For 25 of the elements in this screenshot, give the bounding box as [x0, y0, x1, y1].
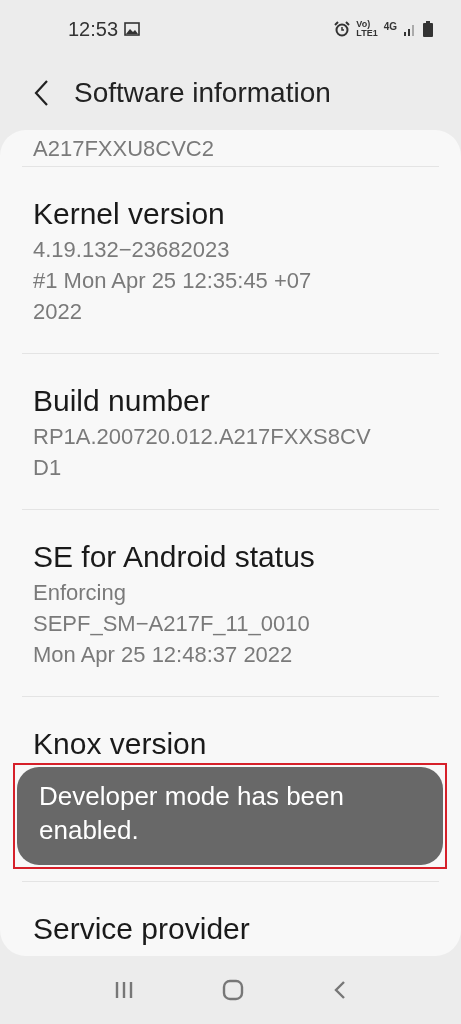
value-text: A217FXXU8CVC2: [33, 134, 214, 163]
value-text: Enforcing: [33, 579, 127, 607]
value-text: D1: [33, 454, 63, 482]
lte-label: LTE1: [356, 29, 378, 38]
home-button[interactable]: [221, 978, 246, 1002]
section-title[interactable]: Kernel version: [33, 194, 439, 234]
alarm-icon: [334, 21, 351, 37]
battery-icon: [423, 21, 433, 37]
value-text: RP1A.200720.012.A217FXXS8CV: [33, 423, 372, 451]
value-text: Mon Apr 25 12:48:37 2022: [33, 641, 294, 669]
section-title[interactable]: SE for Android status: [33, 537, 439, 577]
status-time: 12:53: [68, 17, 119, 41]
value-text: #1 Mon Apr 25 12:35:45 +07: [33, 267, 313, 295]
value-text: 4.19.132−23682023: [33, 236, 231, 264]
value-text: SEPF_SM−A217F_11_0010: [33, 610, 311, 638]
section-title[interactable]: Knox version: [33, 724, 439, 764]
section-title[interactable]: Service provider: [33, 909, 439, 949]
volte-label: Vo): [356, 20, 371, 29]
value-text: 2022: [33, 298, 83, 326]
section-title[interactable]: Build number: [33, 381, 439, 421]
signal-icon: [403, 22, 417, 36]
page-title: Software information: [74, 77, 331, 109]
network-label: 4G: [383, 20, 397, 32]
developer-mode-toast: Developer mode has been enabled.: [17, 767, 443, 865]
image-icon: [124, 22, 141, 36]
